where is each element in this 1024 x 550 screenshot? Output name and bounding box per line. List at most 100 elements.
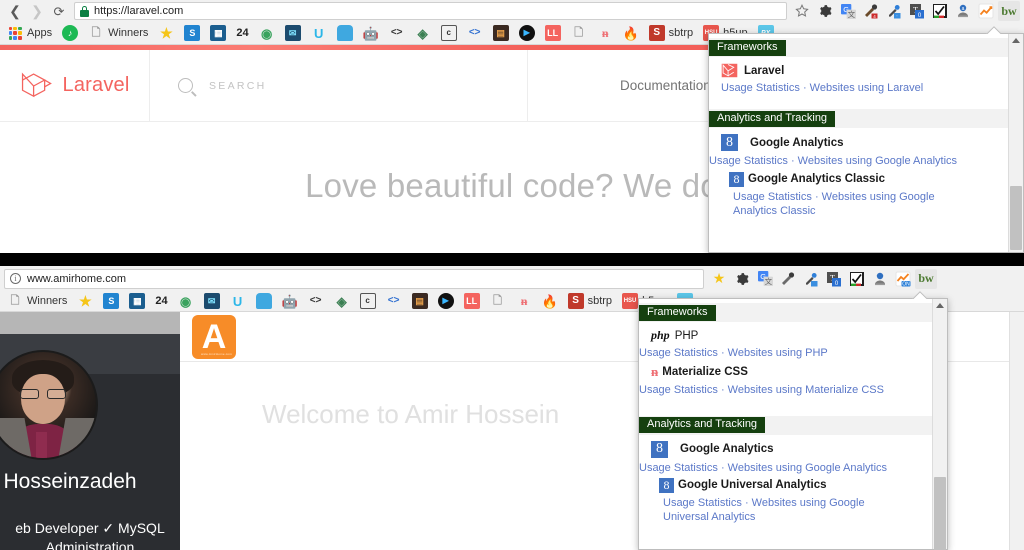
bookmark-wave[interactable]: ᵰ (593, 24, 617, 42)
bookmark-ll[interactable]: LL (541, 24, 565, 42)
websites-using-link[interactable]: Websites using PHP (728, 347, 828, 359)
bookmark-film[interactable]: ▤ (489, 24, 513, 42)
checkmark-icon[interactable] (929, 1, 951, 21)
page2-icon: 🗋 (574, 26, 584, 39)
bookmark-play[interactable]: ▶ (434, 292, 458, 310)
tech-item-google-analytics: 8 Google Analytics Usage Statistics · We… (639, 440, 932, 475)
bookmark-apps[interactable]: Apps (3, 24, 56, 42)
laravel-search[interactable]: SEARCH (150, 50, 528, 121)
bookmark-play[interactable]: ▶ (515, 24, 539, 42)
android-icon: 🤖 (362, 25, 379, 41)
star-icon[interactable]: ★ (708, 269, 730, 289)
gear-icon[interactable] (731, 269, 753, 289)
ruler-icon[interactable]: T0 (906, 1, 928, 21)
bookmark-mail[interactable]: ✉ (200, 292, 224, 310)
hero-title: Love beautiful code? We do (305, 167, 719, 204)
bookmark-flame[interactable]: 🔥 (538, 292, 562, 310)
scroll-up-icon[interactable] (936, 303, 944, 308)
bookmark-bag[interactable] (252, 292, 276, 310)
bookmark-star[interactable]: ★ (154, 24, 178, 42)
wrench-icon[interactable] (777, 269, 799, 289)
reload-button[interactable]: ⟳ (48, 1, 70, 21)
bookmark-star[interactable]: ★ (73, 292, 97, 310)
bookmark-c[interactable]: c (437, 24, 461, 42)
bookmark-flame[interactable]: 🔥 (619, 24, 643, 42)
page-scrollbar-bottom[interactable] (1009, 312, 1024, 550)
bookmark-bag[interactable] (333, 24, 357, 42)
ruler-icon[interactable]: T0 (823, 269, 845, 289)
bookmark-swirl[interactable]: ◉ (255, 24, 279, 42)
bookmark-code2[interactable]: <> (382, 292, 406, 310)
bookmark-trello[interactable]: ▦ (125, 292, 149, 310)
address-bar[interactable]: i www.amirhome.com (4, 268, 704, 289)
user-icon[interactable]: a (952, 1, 974, 21)
popup-scrollbar-top[interactable] (1008, 34, 1023, 252)
checkmark-icon[interactable] (846, 269, 868, 289)
usage-statistics-link[interactable]: Usage Statistics (721, 82, 800, 94)
bookmark-sbtrp[interactable]: S sbtrp (564, 292, 616, 310)
wrench-icon[interactable]: 4 (860, 1, 882, 21)
bookmark-android[interactable]: 🤖 (359, 24, 383, 42)
google-translate-icon[interactable]: G文 (837, 1, 859, 21)
bookmark-winners[interactable]: 🗋 Winners (3, 292, 71, 310)
usage-statistics-link[interactable]: Usage Statistics (639, 462, 718, 474)
star-icon[interactable] (791, 1, 813, 21)
websites-using-link[interactable]: Websites using Google Analytics (728, 462, 887, 474)
link-separator: · (720, 384, 725, 397)
popup-scrollbar-bottom[interactable] (932, 299, 947, 550)
bookmark-c[interactable]: c (356, 292, 380, 310)
bookmark-diamond[interactable]: ◈ (411, 24, 435, 42)
eyedropper-icon[interactable] (800, 269, 822, 289)
bookmark-page2[interactable]: 🗋 (486, 292, 510, 310)
user-icon[interactable] (869, 269, 891, 289)
back-button[interactable]: ❮ (4, 1, 26, 21)
usage-statistics-link[interactable]: Usage Statistics (733, 191, 812, 203)
bookmark-trello[interactable]: ▦ (206, 24, 230, 42)
bookmark-code[interactable]: <> (304, 292, 328, 310)
usage-statistics-link[interactable]: Usage Statistics (639, 347, 718, 359)
bookmark-24[interactable]: 24 (151, 294, 171, 308)
bookmark-u[interactable]: U (307, 24, 331, 42)
usage-statistics-link[interactable]: Usage Statistics (709, 155, 788, 167)
forward-button[interactable]: ❯ (26, 1, 48, 21)
usage-statistics-link[interactable]: Usage Statistics (663, 497, 742, 509)
bookmark-swirl[interactable]: ◉ (174, 292, 198, 310)
bookmark-mail[interactable]: ✉ (281, 24, 305, 42)
bookmark-spotify[interactable]: ♪ (58, 24, 82, 42)
analytics-chart-icon[interactable] (975, 1, 997, 21)
bookmark-wave[interactable]: ᵰ (512, 292, 536, 310)
builtwith-icon[interactable]: bw (998, 1, 1020, 21)
bookmark-u[interactable]: U (226, 292, 250, 310)
websites-using-link[interactable]: Websites using Google Analytics (798, 155, 957, 167)
websites-using-link[interactable]: Websites using Materialize CSS (728, 384, 884, 396)
bookmark-page2[interactable]: 🗋 (567, 24, 591, 42)
eyedropper-icon[interactable]: · (883, 1, 905, 21)
bookmark-film[interactable]: ▤ (408, 292, 432, 310)
bookmark-sp[interactable]: S (99, 292, 123, 310)
address-bar[interactable]: https://laravel.com (74, 2, 787, 20)
nav-link-documentation[interactable]: Documentation (620, 78, 711, 93)
extension-toolbar-top: G文 4 · T0 a bw (791, 1, 1020, 21)
scrollbar-thumb[interactable] (934, 477, 946, 550)
analytics-on-icon[interactable]: ON (892, 269, 914, 289)
laravel-brand[interactable]: Laravel (0, 50, 150, 121)
bookmark-ll[interactable]: LL (460, 292, 484, 310)
gear-icon[interactable] (814, 1, 836, 21)
php-icon: php (651, 328, 670, 342)
builtwith-icon[interactable]: bw (915, 268, 937, 289)
usage-statistics-link[interactable]: Usage Statistics (639, 384, 718, 396)
bookmark-winners[interactable]: 🗋 Winners (84, 24, 152, 42)
film-icon: ▤ (492, 25, 509, 41)
bookmark-diamond[interactable]: ◈ (330, 292, 354, 310)
scroll-up-icon[interactable] (1012, 38, 1020, 43)
bookmark-24[interactable]: 24 (232, 26, 252, 40)
bookmark-android[interactable]: 🤖 (278, 292, 302, 310)
bookmark-sp[interactable]: S (180, 24, 204, 42)
amirhome-logo-icon[interactable]: A www.AmirHome.com (192, 314, 236, 359)
websites-using-link[interactable]: Websites using Laravel (810, 82, 924, 94)
bookmark-code2[interactable]: <> (463, 24, 487, 42)
google-translate-icon[interactable]: G文 (754, 269, 776, 289)
bookmark-code[interactable]: <> (385, 24, 409, 42)
scrollbar-thumb[interactable] (1010, 186, 1022, 250)
bookmark-sbtrp[interactable]: S sbtrp (645, 24, 697, 42)
